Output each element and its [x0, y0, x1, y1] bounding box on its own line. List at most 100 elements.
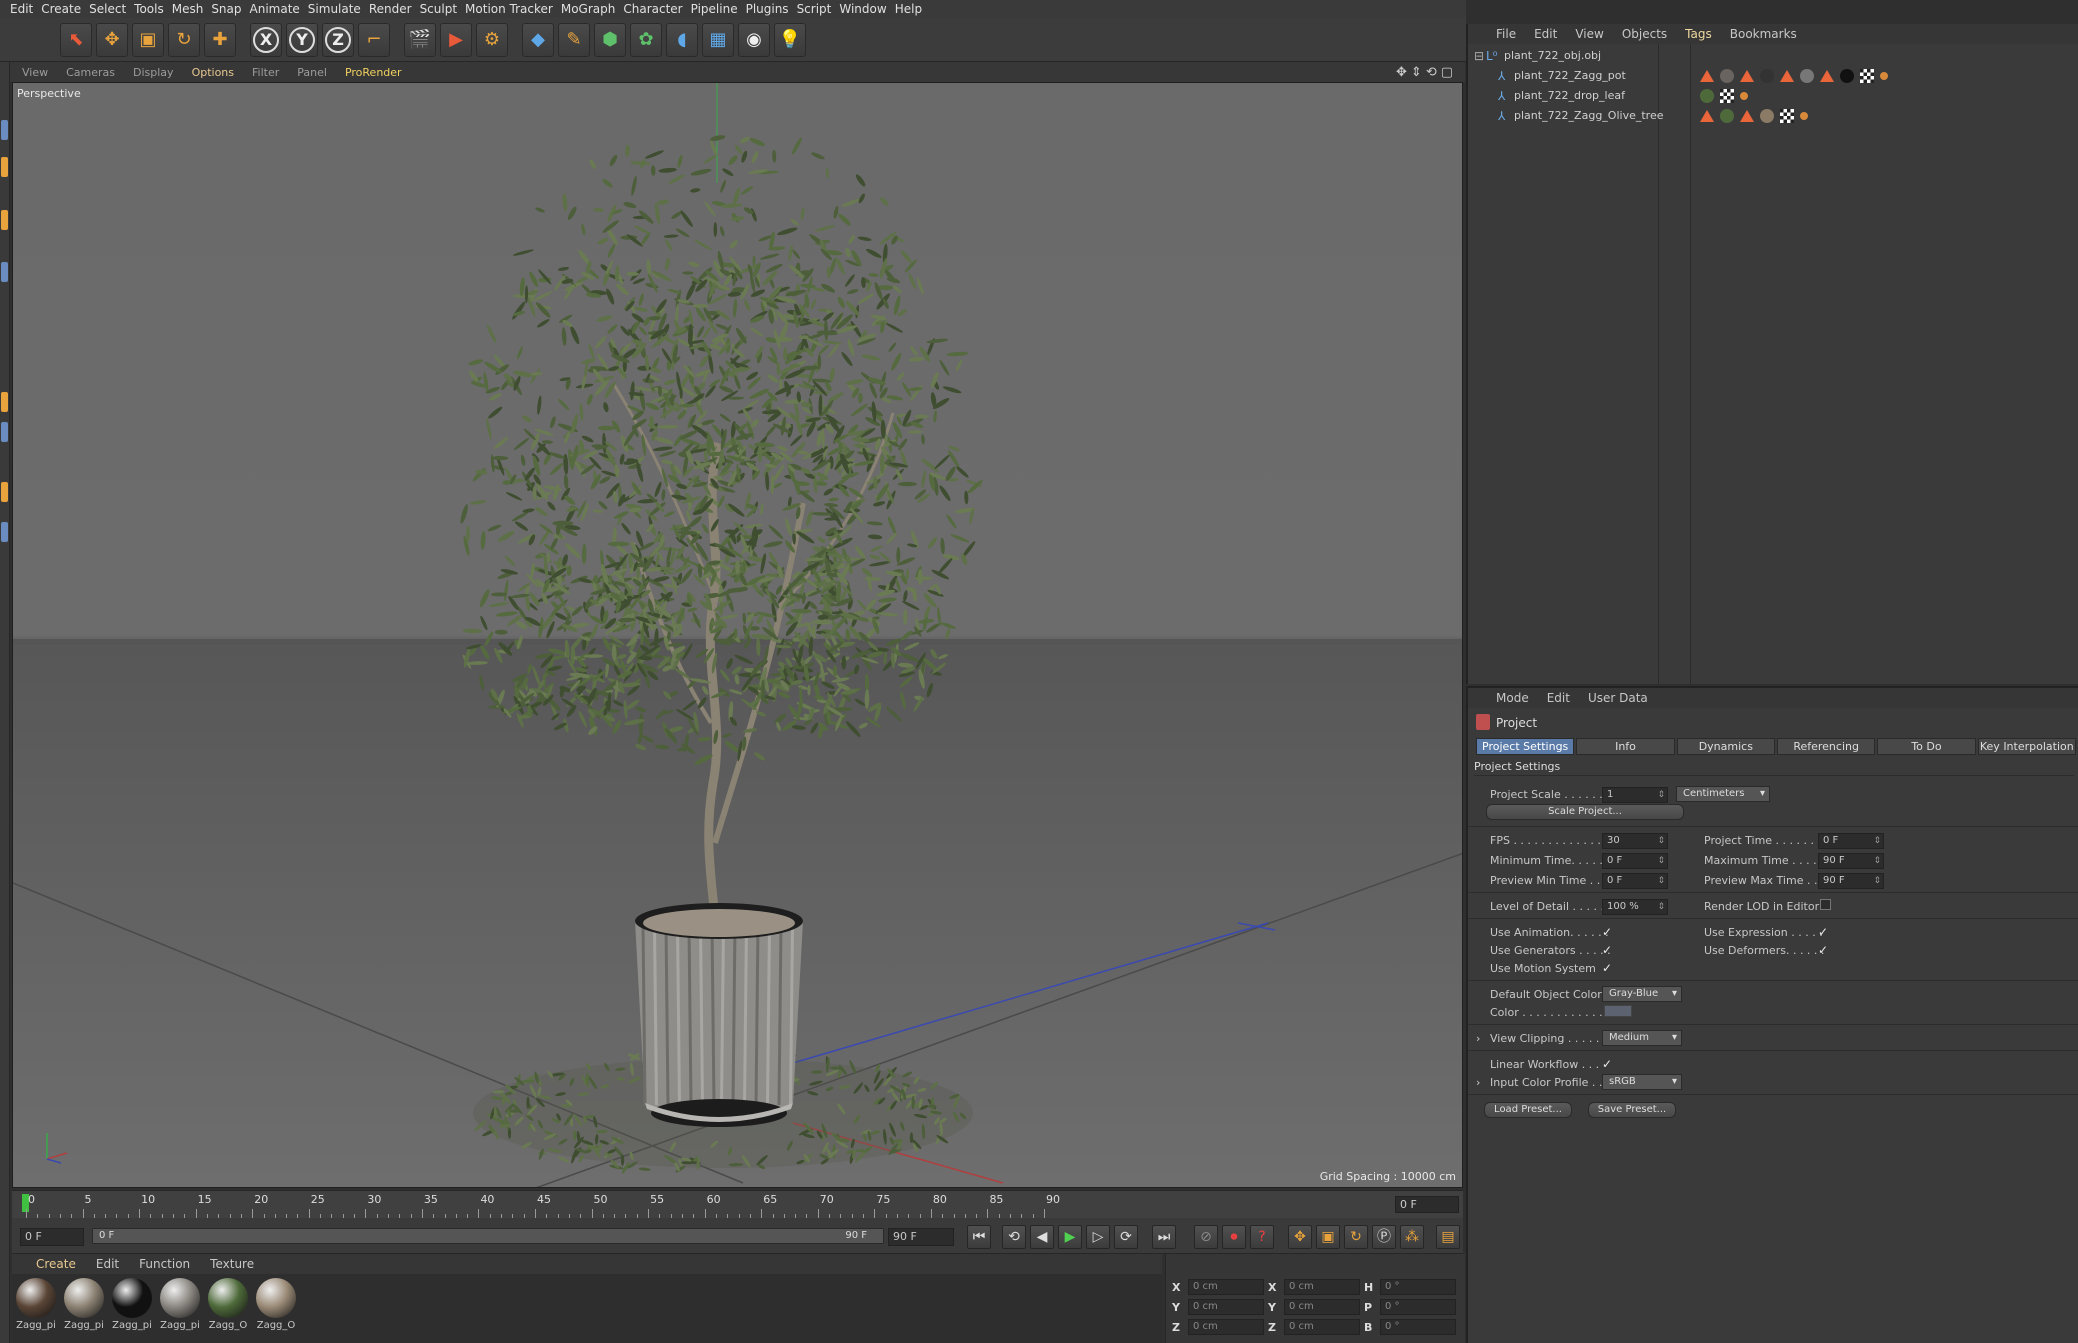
object-row[interactable]: ⊟ L⁰ plant_722_obj.obj	[1468, 46, 2078, 66]
save-preset-button[interactable]: Save Preset...	[1588, 1102, 1676, 1118]
scale-icon[interactable]: ▣	[132, 22, 164, 57]
goto-end-icon[interactable]: ⏭	[1152, 1225, 1176, 1249]
fps-field[interactable]: 30	[1602, 833, 1668, 849]
menu-mesh[interactable]: Mesh	[172, 0, 212, 18]
viewport-menu-options[interactable]: Options	[192, 66, 252, 79]
object-row[interactable]: ⅄ plant_722_Zagg_pot	[1468, 66, 2078, 86]
coord-field[interactable]: 0 cm	[1188, 1279, 1264, 1295]
menu-pipeline[interactable]: Pipeline	[691, 0, 746, 18]
dots-tag-icon[interactable]	[1740, 92, 1748, 100]
menu-render[interactable]: Render	[369, 0, 420, 18]
object-menu-objects[interactable]: Objects	[1622, 27, 1685, 41]
key-parameter-icon[interactable]: Ⓟ	[1372, 1225, 1396, 1249]
next-frame-icon[interactable]: ▷	[1086, 1225, 1110, 1249]
expand-arrow-icon[interactable]: ›	[1476, 1076, 1480, 1089]
tab-key-interpolation[interactable]: Key Interpolation	[1977, 738, 2076, 755]
menu-select[interactable]: Select	[89, 0, 134, 18]
timeline-window-icon[interactable]: ▤	[1436, 1225, 1460, 1249]
coordinate-system-icon[interactable]: ⌐	[358, 22, 390, 57]
viewport-menu-filter[interactable]: Filter	[252, 66, 297, 79]
use-generators-checkbox[interactable]: ✓	[1602, 944, 1614, 956]
cube-icon[interactable]: ◆	[522, 22, 554, 57]
coord-field[interactable]: 0 cm	[1284, 1279, 1360, 1295]
strip-tool-icon[interactable]	[1, 120, 8, 140]
strip-tool-icon[interactable]	[1, 210, 8, 230]
key-position-icon[interactable]: ✥	[1288, 1225, 1312, 1249]
x-axis-button[interactable]: X	[250, 22, 282, 57]
attribute-menu-user-data[interactable]: User Data	[1588, 691, 1666, 705]
material-tag-icon[interactable]	[1760, 109, 1774, 123]
viewport-menu-view[interactable]: View	[22, 66, 66, 79]
selection-tag-icon[interactable]	[1740, 110, 1754, 122]
dots-tag-icon[interactable]	[1800, 112, 1808, 120]
material-tag-icon[interactable]	[1800, 69, 1814, 83]
viewport-navigation-icons[interactable]: ✥⇕⟲▢	[1396, 65, 1457, 80]
menu-mograph[interactable]: MoGraph	[561, 0, 624, 18]
preview-max-time-field[interactable]: 90 F	[1818, 873, 1884, 889]
attribute-menu-mode[interactable]: Mode	[1496, 691, 1547, 705]
material-tag-icon[interactable]	[1700, 89, 1714, 103]
next-key-icon[interactable]: ⟳	[1114, 1225, 1138, 1249]
menu-plugins[interactable]: Plugins	[746, 0, 797, 18]
coord-field[interactable]: 0 °	[1380, 1279, 1456, 1295]
material-swatch[interactable]: Zagg_pi	[14, 1278, 58, 1338]
tab-to-do[interactable]: To Do	[1877, 738, 1976, 755]
phong-tag-icon[interactable]	[1700, 110, 1714, 122]
material-menu-function[interactable]: Function	[139, 1257, 210, 1271]
3d-viewport[interactable]: Perspective Grid Spacing : 10000 cm	[12, 82, 1463, 1188]
phong-tag-icon[interactable]	[1700, 70, 1714, 82]
load-preset-button[interactable]: Load Preset...	[1484, 1102, 1572, 1118]
use-animation-checkbox[interactable]: ✓	[1602, 926, 1614, 938]
material-swatch[interactable]: Zagg_pi	[62, 1278, 106, 1338]
viewport-menu-panel[interactable]: Panel	[297, 66, 345, 79]
uvw-tag-icon[interactable]	[1780, 109, 1794, 123]
material-menu-edit[interactable]: Edit	[96, 1257, 139, 1271]
level-of-detail-field[interactable]: 100 %	[1602, 899, 1668, 915]
material-menu-texture[interactable]: Texture	[210, 1257, 274, 1271]
menu-motion-tracker[interactable]: Motion Tracker	[465, 0, 561, 18]
render-lod-checkbox[interactable]	[1820, 899, 1831, 910]
coord-field[interactable]: 0 cm	[1284, 1299, 1360, 1315]
rotate-icon[interactable]: ↻	[168, 22, 200, 57]
material-swatch[interactable]: Zagg_O	[254, 1278, 298, 1338]
light-icon[interactable]: 💡	[774, 22, 806, 57]
start-frame-field[interactable]: 0 F	[20, 1228, 84, 1246]
selection-tag-icon[interactable]	[1780, 70, 1794, 82]
project-scale-unit-dropdown[interactable]: Centimeters	[1676, 786, 1770, 802]
play-icon[interactable]: ▶	[1058, 1225, 1082, 1249]
selection-tag-icon[interactable]	[1820, 70, 1834, 82]
subdivision-icon[interactable]: ⬢	[594, 22, 626, 57]
material-tag-icon[interactable]	[1720, 109, 1734, 123]
tab-dynamics[interactable]: Dynamics	[1676, 738, 1775, 755]
minimum-time-field[interactable]: 0 F	[1602, 853, 1668, 869]
viewport-menu-cameras[interactable]: Cameras	[66, 66, 133, 79]
attribute-menu-edit[interactable]: Edit	[1547, 691, 1588, 705]
viewport-menu-display[interactable]: Display	[133, 66, 192, 79]
viewport-menu-prorender[interactable]: ProRender	[345, 66, 420, 79]
z-axis-button[interactable]: Z	[322, 22, 354, 57]
material-swatch[interactable]: Zagg_pi	[158, 1278, 202, 1338]
strip-tool-icon[interactable]	[1, 262, 8, 282]
material-tag-icon[interactable]	[1720, 69, 1734, 83]
preview-min-time-field[interactable]: 0 F	[1602, 873, 1668, 889]
selection-tag-icon[interactable]	[1740, 70, 1754, 82]
scale-project-button[interactable]: Scale Project...	[1486, 804, 1684, 820]
key-rotation-icon[interactable]: ↻	[1344, 1225, 1368, 1249]
strip-tool-icon[interactable]	[1, 422, 8, 442]
use-deformers-checkbox[interactable]: ✓	[1818, 944, 1830, 956]
project-scale-field[interactable]: 1	[1602, 787, 1668, 803]
material-menu-create[interactable]: Create	[36, 1257, 96, 1271]
dots-tag-icon[interactable]	[1880, 72, 1888, 80]
floor-icon[interactable]: ▦	[702, 22, 734, 57]
timeline-ruler[interactable]: 0 F 0 5 10 15 20 25 30 35 40 45 50 55 60 65 70 75 80 85 90	[12, 1190, 1463, 1218]
menu-sculpt[interactable]: Sculpt	[420, 0, 465, 18]
prev-frame-icon[interactable]: ◀	[1030, 1225, 1054, 1249]
coord-field[interactable]: 0 cm	[1284, 1319, 1360, 1335]
object-row[interactable]: ⅄ plant_722_drop_leaf	[1468, 86, 2078, 106]
menu-edit[interactable]: Edit	[10, 0, 41, 18]
deformer-icon[interactable]: ◖	[666, 22, 698, 57]
tab-project-settings[interactable]: Project Settings	[1476, 738, 1575, 755]
render-view-icon[interactable]: ▶	[440, 22, 472, 57]
coord-field[interactable]: 0 °	[1380, 1319, 1456, 1335]
material-tag-icon[interactable]	[1840, 69, 1854, 83]
